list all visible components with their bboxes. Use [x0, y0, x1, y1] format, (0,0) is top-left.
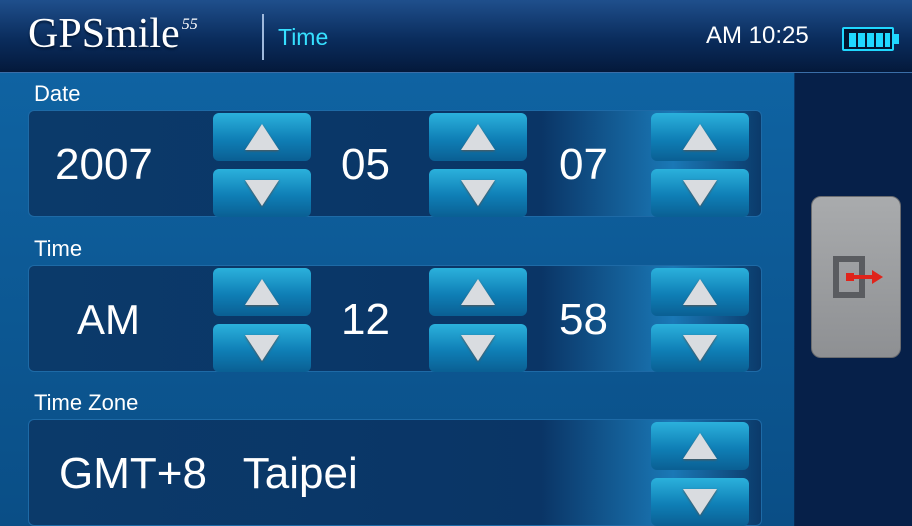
ampm-up-button[interactable]	[213, 268, 311, 316]
logo-text: GPSmile	[28, 11, 180, 57]
arrow-down-icon	[461, 180, 495, 206]
timezone-up-button[interactable]	[651, 422, 749, 470]
year-value: 2007	[55, 140, 153, 189]
timezone-row: GMT+8 Taipei	[28, 419, 762, 526]
header-divider	[262, 14, 264, 60]
year-spinner	[213, 113, 311, 217]
arrow-up-icon	[683, 279, 717, 305]
hour-down-button[interactable]	[429, 324, 527, 372]
arrow-down-icon	[245, 180, 279, 206]
page-title: Time	[278, 24, 329, 50]
arrow-down-icon	[683, 489, 717, 515]
ampm-down-button[interactable]	[213, 324, 311, 372]
minute-spinner	[651, 268, 749, 372]
arrow-up-icon	[683, 124, 717, 150]
arrow-down-icon	[245, 335, 279, 361]
ampm-value: AM	[77, 296, 140, 343]
arrow-down-icon	[683, 335, 717, 361]
app-logo: GPSmile 55	[28, 10, 198, 62]
month-down-button[interactable]	[429, 169, 527, 217]
arrow-up-icon	[683, 433, 717, 459]
arrow-up-icon	[461, 124, 495, 150]
timezone-down-button[interactable]	[651, 478, 749, 526]
year-down-button[interactable]	[213, 169, 311, 217]
day-spinner	[651, 113, 749, 217]
hour-spinner	[429, 268, 527, 372]
arrow-up-icon	[461, 279, 495, 305]
arrow-down-icon	[461, 335, 495, 361]
exit-icon	[833, 256, 883, 298]
date-label: Date	[34, 81, 81, 106]
logo-version: 55	[181, 16, 198, 33]
month-value: 05	[341, 140, 390, 189]
date-row: 2007 05 07	[28, 110, 762, 217]
exit-button[interactable]	[811, 196, 901, 358]
year-up-button[interactable]	[213, 113, 311, 161]
ampm-spinner	[213, 268, 311, 372]
timezone-label: Time Zone	[34, 390, 139, 415]
minute-up-button[interactable]	[651, 268, 749, 316]
timezone-spinner	[651, 422, 749, 526]
day-down-button[interactable]	[651, 169, 749, 217]
settings-panel: Date 2007 05 07 Time AM 12 58 Time Zone …	[0, 73, 794, 526]
month-up-button[interactable]	[429, 113, 527, 161]
hour-up-button[interactable]	[429, 268, 527, 316]
minute-value: 58	[559, 295, 608, 344]
clock: AM 10:25	[706, 22, 809, 49]
day-value: 07	[559, 140, 608, 189]
time-settings-screen: GPSmile 55 Time AM 10:25 Date 2007 05 07…	[0, 0, 912, 526]
time-row: AM 12 58	[28, 265, 762, 372]
arrow-up-icon	[245, 279, 279, 305]
arrow-up-icon	[245, 124, 279, 150]
day-up-button[interactable]	[651, 113, 749, 161]
month-spinner	[429, 113, 527, 217]
minute-down-button[interactable]	[651, 324, 749, 372]
battery-full-icon	[842, 27, 900, 55]
time-label: Time	[34, 236, 83, 261]
arrow-down-icon	[683, 180, 717, 206]
header-bar: GPSmile 55 Time AM 10:25	[0, 0, 912, 73]
hour-value: 12	[341, 295, 390, 344]
timezone-value: GMT+8 Taipei	[59, 449, 358, 498]
